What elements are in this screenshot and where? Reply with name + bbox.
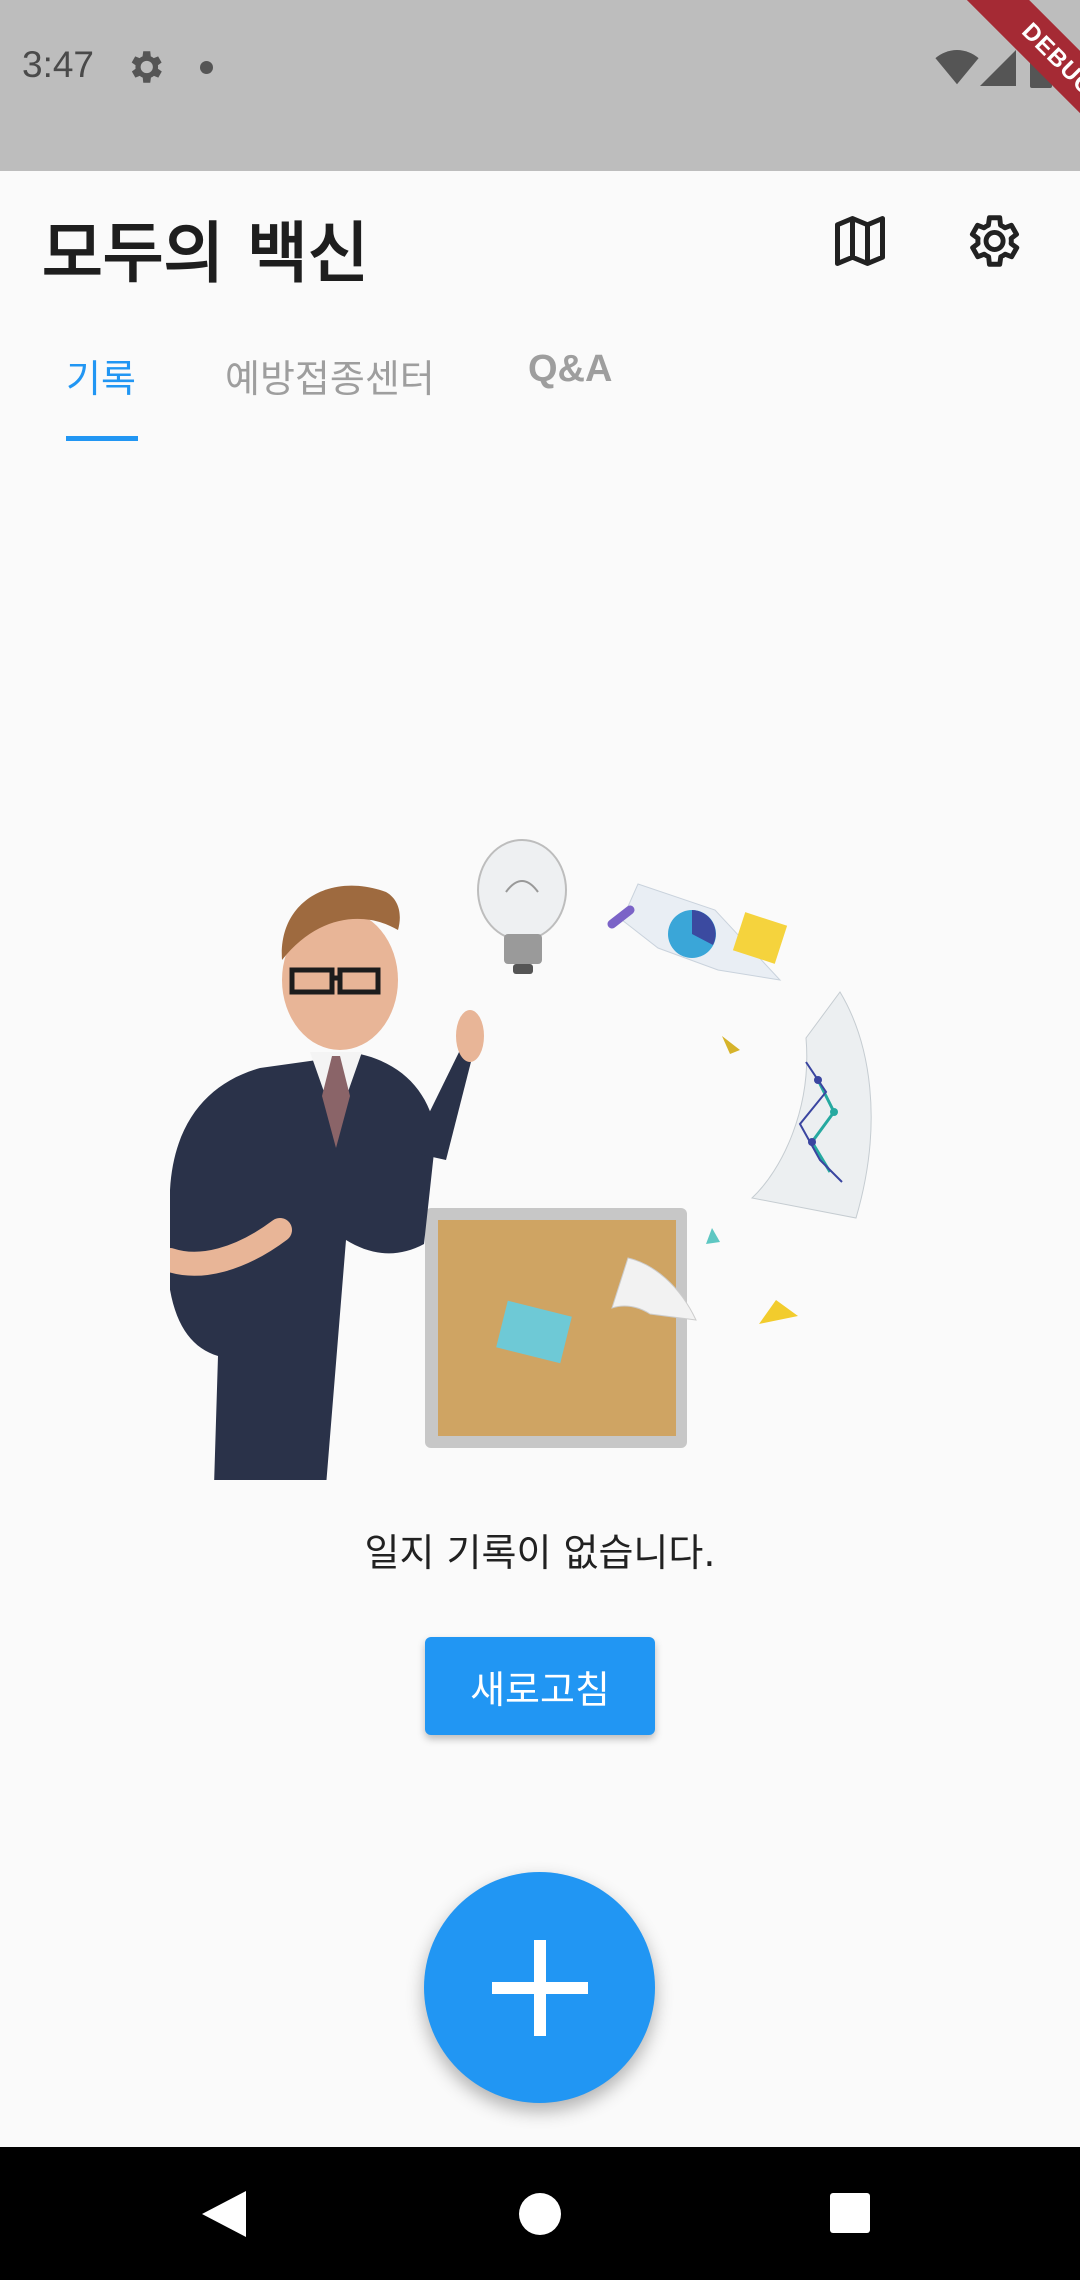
back-icon[interactable] [202, 2191, 246, 2237]
push-pin [722, 1036, 740, 1054]
map-button[interactable] [820, 201, 900, 281]
settings-button[interactable] [952, 201, 1032, 281]
page-title: 모두의 백신 [42, 215, 369, 292]
home-icon[interactable] [519, 2193, 561, 2235]
map-icon [835, 216, 885, 266]
debug-banner: DEBUG [920, 0, 1080, 160]
chart-paper [607, 883, 788, 981]
push-pin [706, 1228, 720, 1244]
add-record-button[interactable] [424, 1872, 655, 2103]
navigation-bar [0, 2147, 1080, 2280]
settings-icon [969, 215, 1020, 267]
light-bulb [477, 839, 567, 974]
tab-qa[interactable]: Q&A [528, 348, 612, 391]
gear-icon [131, 51, 162, 83]
graph-paper [750, 991, 872, 1219]
notification-dot-icon [200, 61, 213, 74]
debug-label: DEBUG [957, 0, 1080, 160]
cork-board [425, 1208, 697, 1448]
add-icon [491, 1939, 588, 2036]
status-time: 3:47 [22, 44, 95, 85]
tab-vaccination-centers[interactable]: 예방접종센터 [225, 348, 435, 403]
empty-state-message: 일지 기록이 없습니다. [364, 1531, 716, 1575]
refresh-button[interactable]: 새로고침 [425, 1637, 655, 1735]
status-bar: 3:47 DEBUG [0, 0, 1080, 171]
screen: 3:47 DEBUG 모두의 백신 기록 예방접종센터 Q&A 일지 기록이 없… [0, 0, 1080, 2280]
paper-scrap [759, 1300, 798, 1324]
tab-records[interactable]: 기록 [66, 348, 136, 403]
empty-state-illustration [170, 839, 872, 1480]
recents-icon[interactable] [830, 2193, 870, 2233]
tab-indicator [66, 436, 138, 441]
